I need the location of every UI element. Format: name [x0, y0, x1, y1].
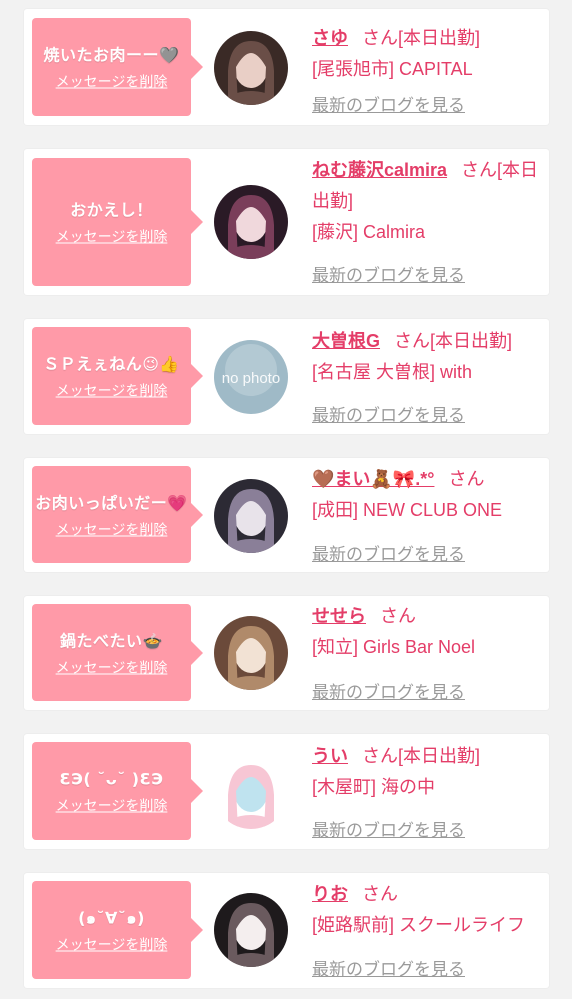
- cast-info: 🤎まい🧸🎀.*° さん [成田] NEW CLUB ONE: [312, 464, 539, 526]
- cast-info: せせら さん [知立] Girls Bar Noel: [312, 601, 539, 663]
- message-text: ＳＰえぇねん😉👍: [43, 354, 180, 374]
- shop-name: [名古屋 大曽根] with: [312, 362, 473, 382]
- message-bubble: (๑˘∀˘๑) メッセージを削除: [32, 881, 203, 979]
- latest-blog-link[interactable]: 最新のブログを見る: [312, 401, 465, 426]
- shop-name: [知立] Girls Bar Noel: [312, 637, 476, 657]
- cast-name-line: 大曽根G さん[本日出勤]: [312, 326, 539, 357]
- cast-name-link[interactable]: 🤎まい🧸🎀.*°: [312, 469, 434, 489]
- message-card: お肉いっぱいだー💗 メッセージを削除 🤎まい🧸🎀.*° さん [成田] NEW CLUB…: [24, 458, 549, 572]
- honorific: さん: [461, 160, 498, 180]
- honorific: さん: [448, 469, 485, 489]
- cast-name-line: りお さん: [312, 879, 539, 910]
- delete-message-link[interactable]: メッセージを削除: [56, 519, 168, 539]
- message-text: (๑˘∀˘๑): [78, 908, 145, 928]
- message-bubble: ƐЭ( ˘ᴗ˘ )ƐЭ メッセージを削除: [32, 742, 203, 840]
- cast-name-line: さゆ さん[本日出勤]: [312, 23, 539, 54]
- cast-info: りお さん [姫路駅前] スクールライフ: [312, 879, 539, 941]
- working-status: [本日出勤]: [430, 331, 513, 351]
- no-photo-avatar[interactable]: no photo: [214, 340, 288, 414]
- honorific: さん: [362, 746, 398, 766]
- latest-blog-link[interactable]: 最新のブログを見る: [312, 678, 465, 703]
- cast-info: 大曽根G さん[本日出勤] [名古屋 大曽根] with: [312, 326, 539, 388]
- cast-name-link[interactable]: さゆ: [312, 28, 348, 48]
- honorific: さん: [362, 884, 398, 904]
- message-bubble: 鍋たべたい🍲 メッセージを削除: [32, 604, 203, 701]
- no-photo-label: no photo: [222, 370, 280, 387]
- message-text: ƐЭ( ˘ᴗ˘ )ƐЭ: [59, 769, 164, 789]
- honorific: さん: [394, 331, 431, 351]
- message-card: おかえし！ メッセージを削除 ねむ藤沢calmira さん[本日出勤] [藤沢] Cal…: [24, 149, 549, 295]
- delete-message-link[interactable]: メッセージを削除: [56, 381, 168, 401]
- message-bubble: ＳＰえぇねん😉👍 メッセージを削除: [32, 327, 203, 425]
- latest-blog-link[interactable]: 最新のブログを見る: [312, 816, 465, 841]
- shop-name: [姫路駅前] スクールライフ: [312, 915, 526, 935]
- message-bubble: 焼いたお肉ーー🩶 メッセージを削除: [32, 18, 203, 116]
- profile-avatar[interactable]: [214, 616, 288, 690]
- shop-name: [成田] NEW CLUB ONE: [312, 500, 503, 520]
- cast-name-line: うい さん[本日出勤]: [312, 741, 539, 772]
- honorific: さん: [380, 606, 416, 626]
- cast-name-link[interactable]: りお: [312, 884, 348, 904]
- delete-message-link[interactable]: メッセージを削除: [56, 657, 168, 677]
- latest-blog-link[interactable]: 最新のブログを見る: [312, 955, 465, 980]
- latest-blog-link[interactable]: 最新のブログを見る: [312, 540, 465, 565]
- cast-info: ねむ藤沢calmira さん[本日出勤] [藤沢] Calmira: [312, 155, 539, 248]
- profile-avatar[interactable]: [214, 755, 288, 829]
- profile-avatar[interactable]: [214, 185, 288, 259]
- message-bubble: おかえし！ メッセージを削除: [32, 158, 203, 286]
- message-card: ƐЭ( ˘ᴗ˘ )ƐЭ メッセージを削除 うい さん[本日出勤] [木屋町] 海の中最新…: [24, 734, 549, 849]
- cast-name-line: 🤎まい🧸🎀.*° さん: [312, 464, 539, 495]
- cast-name-link[interactable]: ねむ藤沢calmira: [312, 160, 447, 180]
- message-card: ＳＰえぇねん😉👍 メッセージを削除 no photo 大曽根G さん[本日出勤] [名古屋…: [24, 319, 549, 434]
- cast-name-link[interactable]: うい: [312, 746, 348, 766]
- message-text: 焼いたお肉ーー🩶: [43, 45, 180, 65]
- delete-message-link[interactable]: メッセージを削除: [56, 227, 168, 247]
- cast-info: さゆ さん[本日出勤] [尾張旭市] CAPITAL: [312, 23, 539, 85]
- message-card: 鍋たべたい🍲 メッセージを削除 せせら さん [知立] Girls Bar Noel 最新…: [24, 596, 549, 710]
- message-text: お肉いっぱいだー💗: [35, 493, 188, 512]
- working-status: [本日出勤]: [398, 28, 481, 48]
- profile-avatar[interactable]: [214, 479, 288, 553]
- cast-name-line: せせら さん: [312, 601, 539, 632]
- message-card: 焼いたお肉ーー🩶 メッセージを削除 さゆ さん[本日出勤] [尾張旭市] CAPITAL…: [24, 9, 549, 125]
- shop-name: [木屋町] 海の中: [312, 777, 436, 797]
- latest-blog-link[interactable]: 最新のブログを見る: [312, 261, 465, 286]
- shop-name: [尾張旭市] CAPITAL: [312, 59, 473, 79]
- delete-message-link[interactable]: メッセージを削除: [56, 796, 168, 816]
- message-text: 鍋たべたい🍲: [60, 631, 163, 650]
- delete-message-link[interactable]: メッセージを削除: [56, 935, 168, 955]
- cast-info: うい さん[本日出勤] [木屋町] 海の中: [312, 741, 539, 803]
- shop-name: [藤沢] Calmira: [312, 222, 426, 242]
- cast-name-link[interactable]: せせら: [312, 606, 366, 626]
- cast-name-line: ねむ藤沢calmira さん[本日出勤]: [312, 155, 539, 217]
- cast-name-link[interactable]: 大曽根G: [312, 331, 380, 351]
- message-bubble: お肉いっぱいだー💗 メッセージを削除: [32, 466, 203, 563]
- message-text: おかえし！: [70, 200, 153, 220]
- honorific: さん: [362, 28, 398, 48]
- delete-message-link[interactable]: メッセージを削除: [56, 72, 168, 92]
- working-status: [本日出勤]: [398, 746, 481, 766]
- profile-avatar[interactable]: [214, 893, 288, 967]
- message-card: (๑˘∀˘๑) メッセージを削除 りお さん [姫路駅前] スクールライフ最新のブログを…: [24, 873, 549, 988]
- latest-blog-link[interactable]: 最新のブログを見る: [312, 91, 465, 116]
- profile-avatar[interactable]: [214, 31, 288, 105]
